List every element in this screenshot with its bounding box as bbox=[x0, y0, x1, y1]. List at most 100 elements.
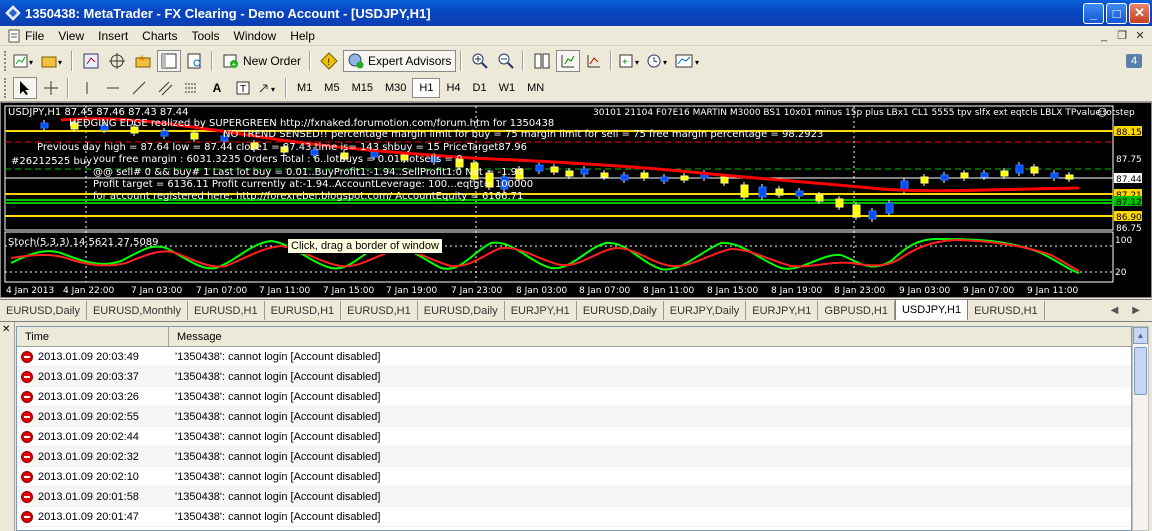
toolbar-separator bbox=[522, 51, 525, 71]
menu-tools[interactable]: Tools bbox=[185, 26, 227, 46]
log-row[interactable]: 2013.01.09 20:03:37 '1350438': cannot log… bbox=[17, 367, 1131, 387]
chart-tab[interactable]: EURJPY,H1 bbox=[746, 301, 819, 320]
chart-tab[interactable]: EURUSD,H1 bbox=[968, 301, 1045, 320]
chart-tab[interactable]: EURUSD,Daily bbox=[0, 301, 87, 320]
mdi-restore-button[interactable]: ❐ bbox=[1114, 29, 1130, 43]
price-chart-window[interactable]: 88.1587.7587.4487.2187.1286.9086.75 4 Ja… bbox=[0, 102, 1152, 298]
mdi-minimize-button[interactable]: _ bbox=[1096, 29, 1112, 43]
profiles-button[interactable]: ▾ bbox=[41, 50, 67, 72]
timeframe-m30[interactable]: M30 bbox=[379, 78, 412, 98]
data-window-button[interactable] bbox=[105, 50, 129, 72]
log-message: '1350438': cannot login [Account disable… bbox=[175, 350, 381, 363]
zoom-out-button[interactable] bbox=[494, 50, 518, 72]
toolbar-grip[interactable] bbox=[4, 51, 8, 71]
horizontal-line-tool[interactable] bbox=[101, 77, 125, 99]
crosshair-tool[interactable] bbox=[39, 77, 63, 99]
ea-comment-line: NO TREND SENSED!! percentage margin limi… bbox=[223, 129, 824, 140]
tab-scroll-left-icon[interactable]: ◀ bbox=[1111, 305, 1119, 316]
templates-button[interactable]: ▾ bbox=[674, 50, 704, 72]
journal-log: Time Message 2013.01.09 20:03:49 '1350438… bbox=[16, 326, 1132, 531]
metaeditor-button[interactable]: ! bbox=[317, 50, 341, 72]
menu-help[interactable]: Help bbox=[283, 26, 322, 46]
ea-comment-line: your free margin : 6031.3235 Orders Tota… bbox=[93, 154, 463, 165]
navigator-button[interactable]: ★ bbox=[131, 50, 155, 72]
menu-file[interactable]: File bbox=[0, 26, 51, 46]
menu-window[interactable]: Window bbox=[227, 26, 284, 46]
menu-view[interactable]: View bbox=[51, 26, 91, 46]
chart-tab[interactable]: USDJPY,H1 bbox=[894, 299, 969, 320]
vertical-line-tool[interactable] bbox=[75, 77, 99, 99]
terminal-close-icon[interactable]: ✕ bbox=[2, 325, 12, 335]
log-row[interactable]: 2013.01.09 20:01:58 '1350438': cannot log… bbox=[17, 487, 1131, 507]
ea-settings-header: 30101 21104 F07E16 MARTIN M3000 BS1 10x0… bbox=[593, 108, 1135, 118]
new-order-button[interactable]: + New Order bbox=[219, 50, 305, 72]
expert-advisors-button[interactable]: Expert Advisors bbox=[343, 50, 457, 72]
trendline-tool[interactable] bbox=[127, 77, 151, 99]
new-chart-button[interactable]: ▾ bbox=[13, 50, 39, 72]
chart-tab[interactable]: EURUSD,H1 bbox=[341, 301, 418, 320]
tile-windows-button[interactable] bbox=[530, 50, 554, 72]
log-row[interactable]: 2013.01.09 20:02:44 '1350438': cannot log… bbox=[17, 427, 1131, 447]
arrows-tool[interactable]: ▾ bbox=[257, 77, 281, 99]
menu-bar: File View Insert Charts Tools Window Hel… bbox=[0, 26, 1152, 46]
auto-scroll-button[interactable] bbox=[556, 50, 581, 72]
timeframe-h4[interactable]: H4 bbox=[440, 78, 466, 98]
log-scrollbar[interactable]: ▲ bbox=[1132, 326, 1149, 531]
equidistant-channel-tool[interactable] bbox=[153, 77, 177, 99]
indicators-button[interactable]: + ▾ bbox=[618, 50, 644, 72]
scroll-thumb[interactable] bbox=[1134, 347, 1147, 395]
close-button[interactable]: ✕ bbox=[1129, 2, 1150, 24]
zoom-in-button[interactable] bbox=[468, 50, 492, 72]
maximize-button[interactable]: □ bbox=[1106, 2, 1127, 24]
menu-insert[interactable]: Insert bbox=[91, 26, 135, 46]
scroll-up-icon[interactable]: ▲ bbox=[1133, 327, 1148, 344]
text-tool[interactable]: A bbox=[205, 77, 229, 99]
mdi-close-button[interactable]: ✕ bbox=[1132, 29, 1148, 43]
log-row[interactable]: 2013.01.09 20:02:32 '1350438': cannot log… bbox=[17, 447, 1131, 467]
timeframe-w1[interactable]: W1 bbox=[493, 78, 522, 98]
chart-tab[interactable]: EURJPY,Daily bbox=[664, 301, 747, 320]
timeframe-m5[interactable]: M5 bbox=[318, 78, 345, 98]
notification-badge[interactable]: 4 bbox=[1122, 50, 1146, 72]
chart-tab[interactable]: EURUSD,H1 bbox=[188, 301, 265, 320]
minimize-button[interactable]: _ bbox=[1083, 2, 1104, 24]
price-axis: 88.1587.7587.4487.2187.1286.9086.75 bbox=[1114, 126, 1142, 234]
terminal-sidebar: ✕ bbox=[0, 322, 15, 531]
toolbar-separator bbox=[610, 51, 613, 71]
log-row[interactable]: 2013.01.09 20:03:26 '1350438': cannot log… bbox=[17, 387, 1131, 407]
chart-tab[interactable]: EURUSD,Monthly bbox=[87, 301, 188, 320]
bull-candle bbox=[620, 174, 629, 181]
timeframe-d1[interactable]: D1 bbox=[467, 78, 493, 98]
column-header-time[interactable]: Time bbox=[17, 327, 169, 346]
text-label-tool[interactable]: T bbox=[231, 77, 255, 99]
svg-text:T: T bbox=[240, 84, 246, 95]
cursor-tool[interactable] bbox=[13, 77, 37, 99]
toolbar-grip[interactable] bbox=[4, 78, 8, 98]
chart-tab[interactable]: EURUSD,Daily bbox=[577, 301, 664, 320]
column-header-message[interactable]: Message bbox=[169, 327, 1131, 346]
menu-charts[interactable]: Charts bbox=[135, 26, 184, 46]
log-row[interactable]: 2013.01.09 20:01:47 '1350438': cannot log… bbox=[17, 507, 1131, 527]
fibonacci-tool[interactable] bbox=[179, 77, 203, 99]
chart-tab[interactable]: GBPUSD,H1 bbox=[818, 301, 895, 320]
log-row[interactable]: 2013.01.09 20:03:49 '1350438': cannot log… bbox=[17, 347, 1131, 367]
chart-tab[interactable]: EURUSD,Daily bbox=[418, 301, 505, 320]
timeframe-mn[interactable]: MN bbox=[521, 78, 550, 98]
timeframe-m15[interactable]: M15 bbox=[346, 78, 379, 98]
market-watch-button[interactable] bbox=[79, 50, 103, 72]
chart-tabs: EURUSD,Daily EURUSD,Monthly EURUSD,H1 EURUS… bbox=[0, 299, 1045, 320]
chart-shift-button[interactable] bbox=[582, 50, 606, 72]
log-time-cell: 2013.01.09 20:02:32 bbox=[17, 450, 169, 463]
log-row[interactable]: 2013.01.09 20:02:55 '1350438': cannot log… bbox=[17, 407, 1131, 427]
strategy-tester-button[interactable] bbox=[183, 50, 207, 72]
timeframe-m1[interactable]: M1 bbox=[291, 78, 318, 98]
log-row[interactable]: 2013.01.09 20:02:10 '1350438': cannot log… bbox=[17, 467, 1131, 487]
tab-scroll-right-icon[interactable]: ▶ bbox=[1132, 305, 1140, 316]
timeframe-h1[interactable]: H1 bbox=[412, 78, 441, 98]
terminal-button[interactable] bbox=[157, 50, 181, 72]
chart-tab[interactable]: EURJPY,H1 bbox=[505, 301, 577, 320]
zoom-in-icon bbox=[472, 53, 489, 69]
periods-button[interactable]: ▾ bbox=[646, 50, 672, 72]
bear-candle bbox=[835, 198, 844, 208]
chart-tab[interactable]: EURUSD,H1 bbox=[265, 301, 342, 320]
